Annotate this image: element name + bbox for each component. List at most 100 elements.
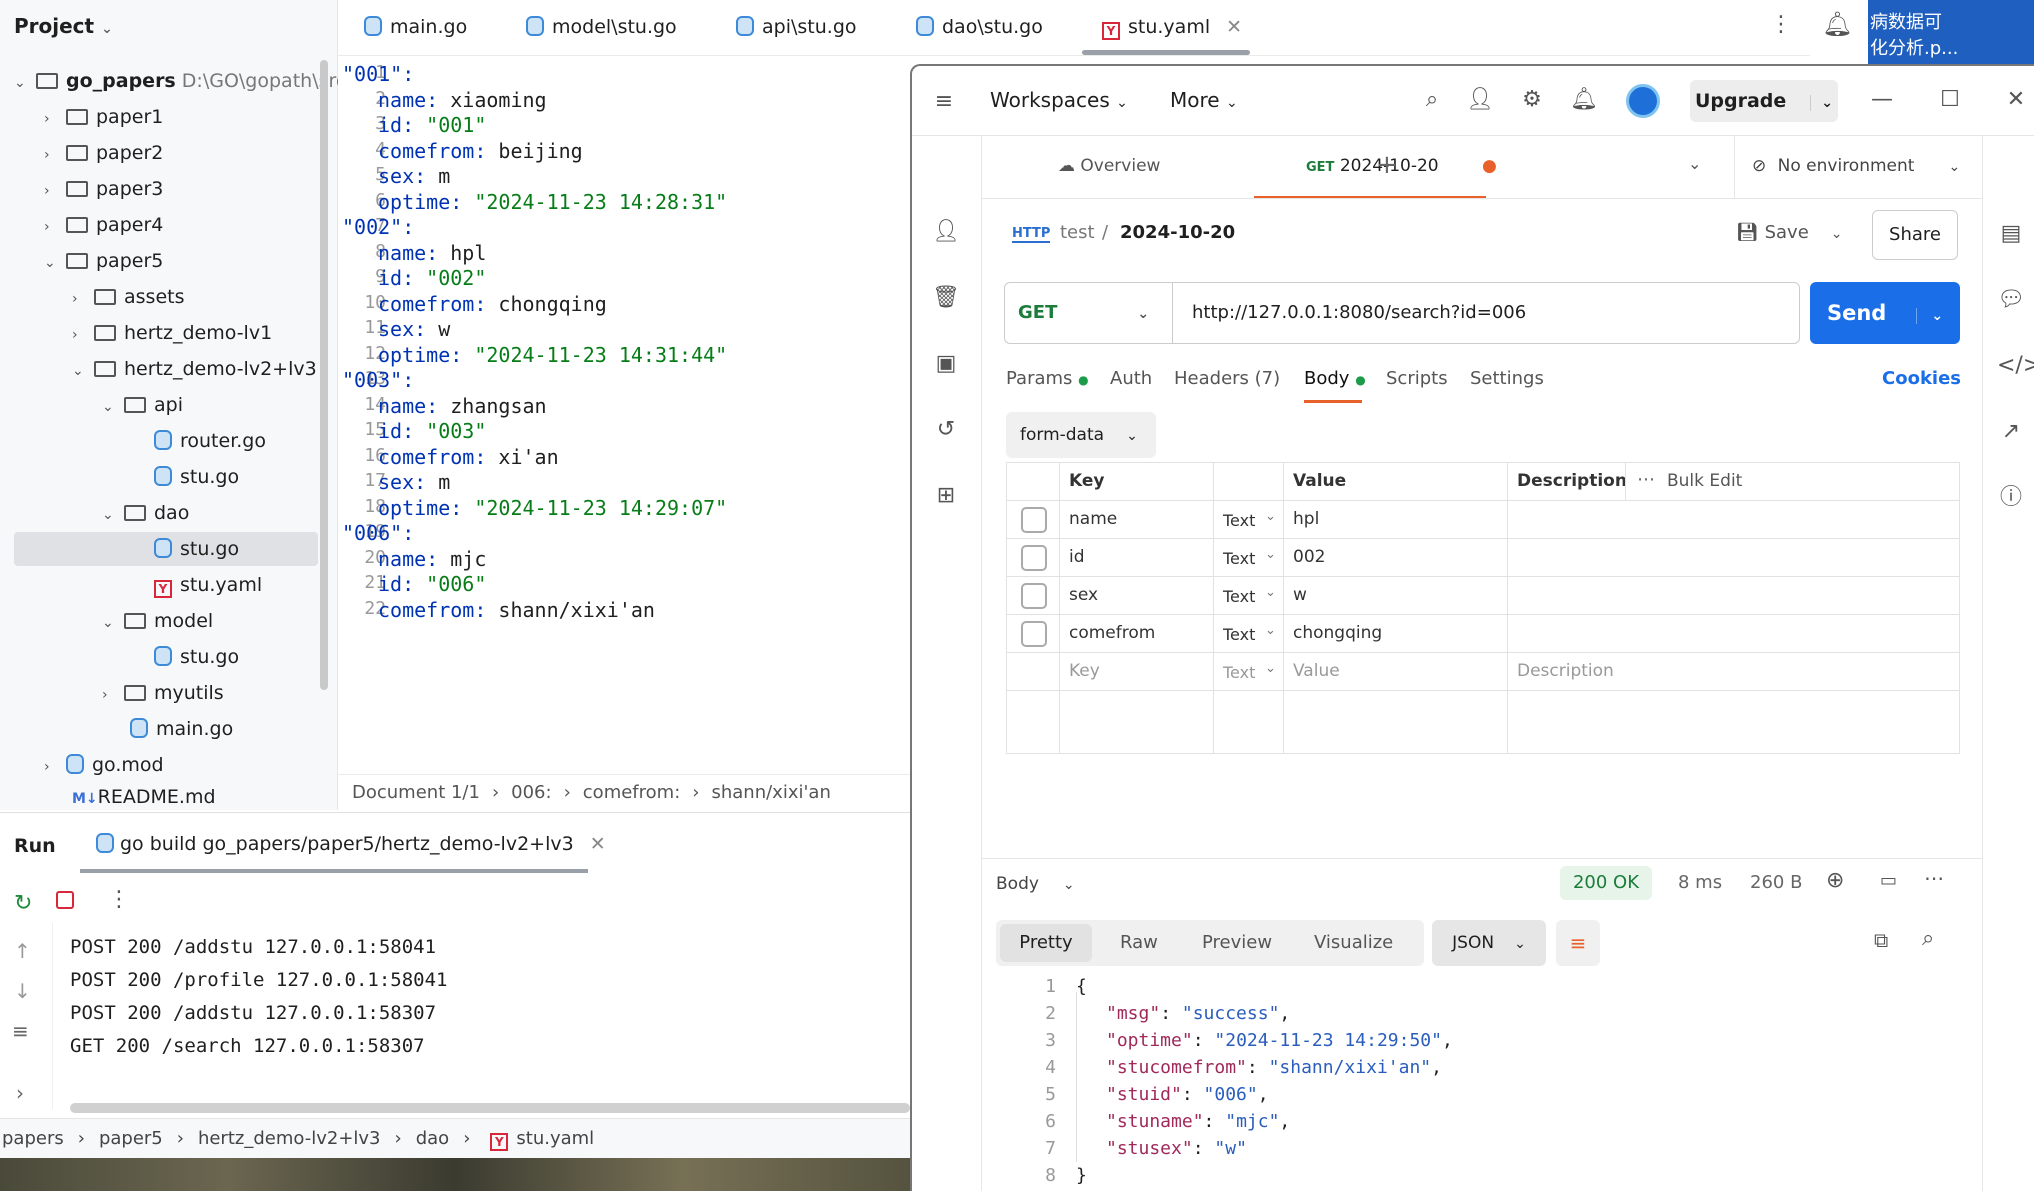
yaml-field: name: (378, 546, 439, 571)
copy-icon[interactable]: ⧉ (1874, 928, 1888, 952)
arrow-down-icon[interactable]: ↓ (14, 979, 31, 1003)
rerun-icon[interactable]: ↻ (14, 891, 32, 916)
tab-pretty[interactable]: Pretty (1000, 924, 1092, 962)
share-button[interactable]: Share (1872, 210, 1958, 260)
arrow-up-icon[interactable]: ↑ (14, 939, 31, 963)
tree-item-model[interactable]: ⌄ model (102, 604, 213, 638)
type-select[interactable]: Text (1223, 587, 1255, 606)
close-icon[interactable]: ✕ (590, 833, 606, 855)
tab-model-stu-go[interactable]: model\stu.go (520, 12, 677, 42)
value-cell[interactable]: Value (1293, 661, 1340, 681)
value-cell[interactable]: chongqing (1293, 623, 1382, 643)
tree-item-api[interactable]: ⌄ api (102, 388, 183, 422)
breadcrumb-collection[interactable]: test (1060, 222, 1095, 243)
tree-root[interactable]: ⌄ go_papers D:\GO\gopath\src\ (14, 64, 353, 98)
tab-body[interactable]: Body ● (1304, 368, 1366, 389)
tab-visualize[interactable]: Visualize (1314, 932, 1393, 953)
breadcrumb-request[interactable]: 2024-10-20 (1120, 222, 1235, 243)
tab-preview[interactable]: Preview (1202, 932, 1272, 953)
wrap-lines-icon[interactable]: ≡ (1556, 920, 1600, 966)
body-mode-select[interactable]: form-data ⌄ (1006, 412, 1156, 458)
description-cell[interactable]: Description (1517, 661, 1614, 681)
add-tab-icon[interactable]: + (1376, 150, 1398, 180)
tab-raw[interactable]: Raw (1120, 932, 1158, 953)
globe-icon[interactable]: ⊕ (1826, 868, 1844, 893)
tab-params[interactable]: Params ● (1006, 368, 1089, 389)
row-checkbox[interactable] (1021, 545, 1047, 571)
more-icon[interactable]: ⋮ (108, 887, 130, 912)
tab-stu-yaml[interactable]: Ystu.yaml ✕ (1096, 12, 1242, 42)
key-cell[interactable]: comefrom (1069, 623, 1155, 643)
method-select[interactable]: GET ⌄ (1018, 302, 1149, 323)
type-select[interactable]: Text (1223, 549, 1255, 568)
tree-item-paper3[interactable]: › paper3 (44, 172, 163, 206)
search-icon[interactable]: ⌕ (1922, 926, 1934, 951)
code-editor[interactable]: 1 "001": 2 name: xiaoming 3 id: "001" 4 comefro… (338, 56, 910, 774)
notification-bell-icon[interactable]: 🔔︎ (1822, 10, 1852, 38)
tab-main-go[interactable]: main.go (358, 12, 467, 42)
save-button[interactable]: 💾︎ Save ⌄ (1736, 222, 1843, 243)
tree-item-api-stu-go[interactable]: stu.go (148, 460, 239, 494)
tab-settings[interactable]: Settings (1470, 368, 1544, 389)
tree-item-hertz-lv1[interactable]: › hertz_demo-lv1 (72, 316, 272, 350)
value-cell[interactable]: w (1293, 585, 1307, 605)
project-title[interactable]: Project ⌄ (14, 14, 113, 38)
json-brace: } (1076, 1165, 1087, 1186)
format-select[interactable]: JSON ⌄ (1432, 920, 1546, 966)
row-checkbox[interactable] (1021, 583, 1047, 609)
cookies-link[interactable]: Cookies (1882, 368, 1961, 389)
tree-item-readme[interactable]: M↓README.md (72, 784, 216, 810)
bulk-edit-button[interactable]: Bulk Edit (1667, 471, 1742, 491)
environment-select[interactable]: ⊘ No environment ⌄ (1752, 156, 1960, 176)
tree-item-stu-yaml[interactable]: Ystu.yaml (148, 568, 262, 602)
tab-overview[interactable]: ☁ Overview (1058, 156, 1160, 176)
tree-item-hertz-lv2[interactable]: ⌄ hertz_demo-lv2+lv3 (72, 352, 317, 386)
key-cell[interactable]: sex (1069, 585, 1098, 605)
tab-request[interactable]: GET 2024-10-20 ● (1306, 156, 1497, 176)
key-cell[interactable]: Key (1069, 661, 1100, 681)
tree-item-router-go[interactable]: router.go (148, 424, 266, 458)
value-cell[interactable]: 002 (1293, 547, 1325, 567)
response-json-line: { (1076, 976, 1087, 997)
stop-icon[interactable] (56, 891, 74, 909)
tree-item-dao[interactable]: ⌄ dao (102, 496, 189, 530)
tree-item-paper2[interactable]: › paper2 (44, 136, 163, 170)
tabs-dropdown-icon[interactable]: ⌄ (1688, 154, 1701, 173)
tree-item-paper4[interactable]: › paper4 (44, 208, 163, 242)
scrollbar[interactable] (70, 1103, 910, 1113)
tab-dao-stu-go[interactable]: dao\stu.go (910, 12, 1043, 42)
soft-wrap-icon[interactable]: ≡ (12, 1019, 29, 1043)
send-button[interactable]: Send ⌄ (1810, 282, 1960, 344)
tab-scripts[interactable]: Scripts (1386, 368, 1448, 389)
response-body[interactable]: 1 {2 "msg": "success", 3 "optime": "2024-11-… (996, 970, 1956, 1191)
more-icon[interactable]: ⋯ (1924, 866, 1944, 890)
tree-item-paper1[interactable]: › paper1 (44, 100, 163, 134)
value-cell[interactable]: hpl (1293, 509, 1319, 529)
tree-item-myutils[interactable]: › myutils (102, 676, 224, 710)
url-input[interactable]: http://127.0.0.1:8080/search?id=006 (1192, 302, 1526, 323)
more-icon[interactable]: ⋯ (1637, 469, 1655, 490)
save-response-icon[interactable]: ▭ (1880, 870, 1897, 891)
tree-item-main-go[interactable]: main.go (124, 712, 233, 746)
tree-item-assets[interactable]: › assets (72, 280, 184, 314)
response-body-select[interactable]: Body ⌄ (996, 874, 1075, 894)
tab-headers[interactable]: Headers (7) (1174, 368, 1280, 389)
type-select[interactable]: Text (1223, 511, 1255, 530)
type-select[interactable]: Text (1223, 625, 1255, 644)
scrollbar[interactable] (320, 60, 328, 690)
tree-item-model-stu-go[interactable]: stu.go (148, 640, 239, 674)
tab-api-stu-go[interactable]: api\stu.go (730, 12, 857, 42)
row-checkbox[interactable] (1021, 621, 1047, 647)
key-cell[interactable]: id (1069, 547, 1085, 567)
type-select[interactable]: Text (1223, 663, 1255, 682)
tree-item-go-mod[interactable]: › go.mod (44, 748, 164, 782)
expand-icon[interactable]: › (16, 1081, 24, 1105)
tab-auth[interactable]: Auth (1110, 368, 1152, 389)
row-checkbox[interactable] (1021, 507, 1047, 533)
tree-item-paper5[interactable]: ⌄ paper5 (44, 244, 163, 278)
tree-item-dao-stu-go[interactable]: stu.go (14, 532, 318, 566)
close-icon[interactable]: ✕ (1226, 16, 1242, 38)
more-icon[interactable]: ⋮ (1770, 12, 1792, 37)
key-cell[interactable]: name (1069, 509, 1117, 529)
run-config-tab[interactable]: go build go_papers/paper5/hertz_demo-lv2… (96, 833, 606, 855)
